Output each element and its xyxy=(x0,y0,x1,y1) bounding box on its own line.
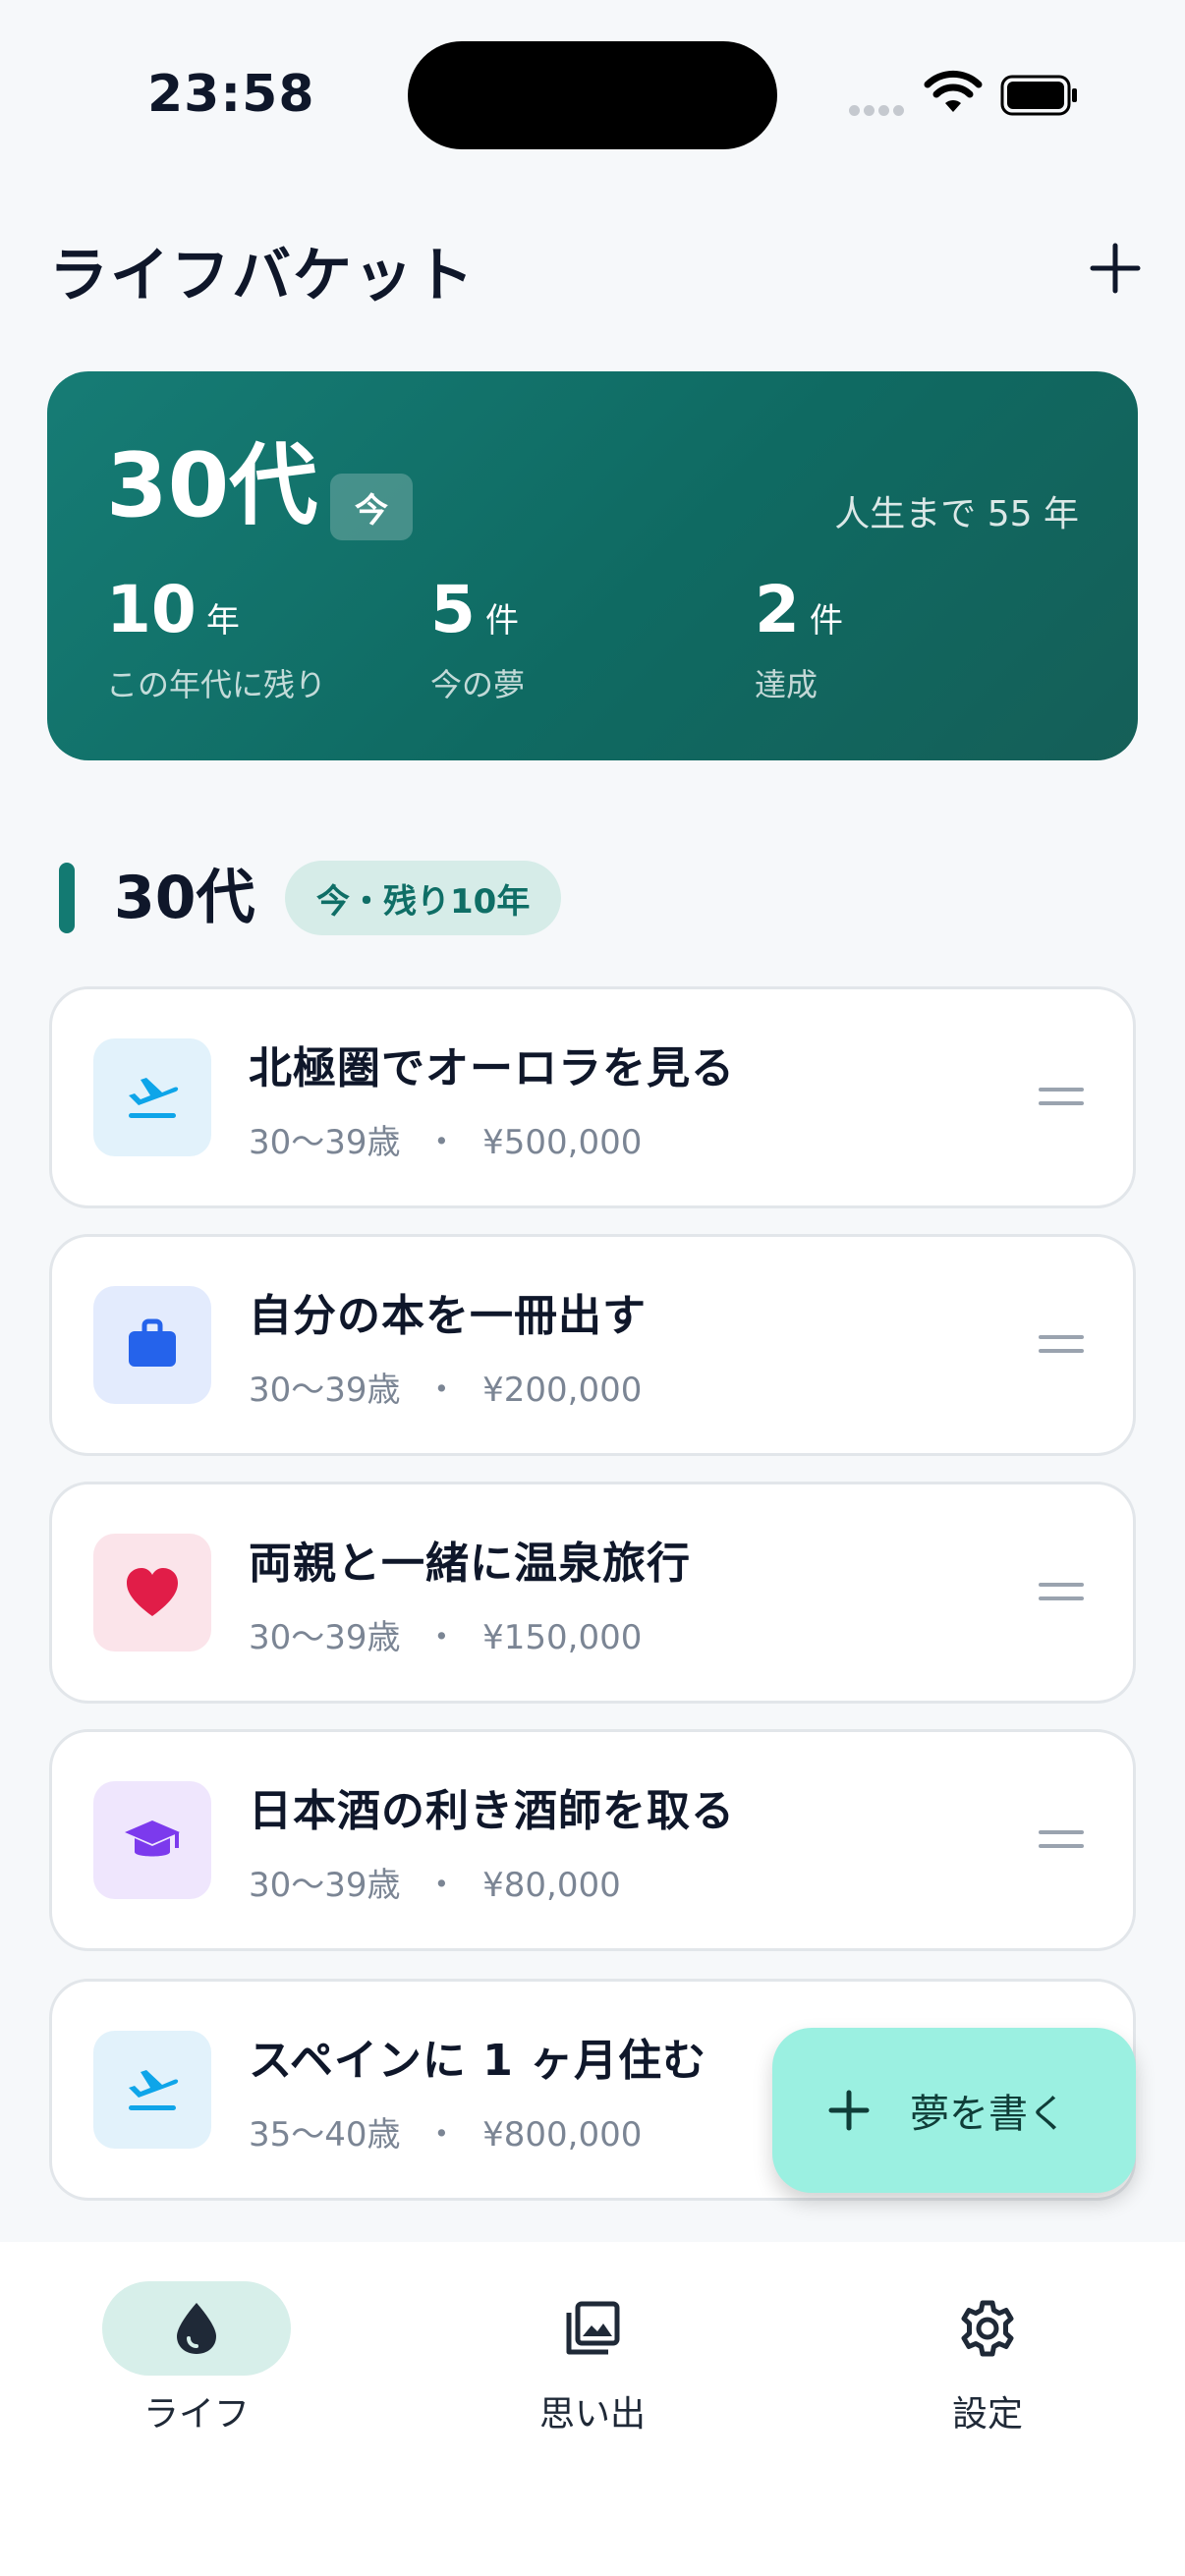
graduation-cap-icon xyxy=(125,1820,180,1857)
stat-value: 2 xyxy=(755,572,800,647)
stat-label: この年代に残り xyxy=(106,666,327,703)
dream-title: 北極圏でオーロラを見る xyxy=(249,1043,735,1093)
battery-icon xyxy=(1000,75,1077,116)
airplane-icon xyxy=(129,2070,179,2110)
dream-title: スペインに 1 ヶ月住む xyxy=(249,2036,707,2086)
gear-icon xyxy=(961,2300,1014,2357)
dream-card[interactable]: 両親と一緒に温泉旅行 30〜39歳 ・ ¥150,000 xyxy=(49,1482,1136,1704)
status-time: 23:58 xyxy=(147,65,315,124)
meta-separator: ・ xyxy=(424,1866,459,1905)
photo-library-icon xyxy=(566,2301,620,2355)
dream-title: 自分の本を一冊出す xyxy=(249,1291,647,1341)
nav-label: 思い出 xyxy=(538,2394,646,2435)
meta-separator: ・ xyxy=(424,1123,459,1162)
dream-meta: 30〜39歳 ・ ¥200,000 xyxy=(249,1363,642,1411)
section-badge: 今・残り10年 xyxy=(285,861,562,935)
screen: 23:58 ライフバケット 30代 今 人生まで 55 年 10 年 この年代に残… xyxy=(0,0,1185,2576)
decade-label: 30代 xyxy=(106,434,318,537)
dream-cost: ¥80,000 xyxy=(482,1866,621,1905)
airplane-icon xyxy=(129,1078,179,1118)
nav-active-indicator xyxy=(102,2281,291,2376)
dream-icon-box xyxy=(93,1038,211,1156)
plus-icon[interactable] xyxy=(1081,234,1150,303)
nav-label: 設定 xyxy=(951,2394,1023,2435)
drag-handle-icon[interactable] xyxy=(1039,1335,1084,1357)
dream-meta: 30〜39歳 ・ ¥500,000 xyxy=(249,1115,642,1163)
status-bar: 23:58 xyxy=(0,0,1185,187)
dream-card[interactable]: 日本酒の利き酒師を取る 30〜39歳 ・ ¥80,000 xyxy=(49,1729,1136,1951)
dream-card[interactable]: 北極圏でオーロラを見る 30〜39歳 ・ ¥500,000 xyxy=(49,986,1136,1208)
briefcase-icon xyxy=(129,1318,176,1367)
heart-icon xyxy=(127,1568,178,1616)
dream-ages: 30〜39歳 xyxy=(249,1866,401,1905)
dream-cost: ¥150,000 xyxy=(482,1618,643,1657)
section-accent-bar xyxy=(59,863,75,933)
stat-years-left: 10 年 この年代に残り xyxy=(106,578,326,705)
meta-separator: ・ xyxy=(424,2115,459,2155)
dream-cost: ¥500,000 xyxy=(482,1123,643,1162)
write-dream-label: 夢を書く xyxy=(910,2092,1067,2137)
dream-title: 両親と一緒に温泉旅行 xyxy=(249,1539,691,1589)
meta-separator: ・ xyxy=(424,1371,459,1410)
write-dream-button[interactable]: 夢を書く xyxy=(772,2028,1136,2193)
nav-icon-wrap xyxy=(498,2281,687,2376)
nav-tab-settings[interactable]: 設定 xyxy=(870,2281,1105,2436)
drop-icon xyxy=(177,2303,216,2354)
dream-title: 日本酒の利き酒師を取る xyxy=(249,1786,735,1836)
decade-summary-card: 30代 今 人生まで 55 年 10 年 この年代に残り 5件 今の夢 2件 達成 xyxy=(47,371,1138,760)
stat-value: 5 xyxy=(430,572,476,647)
meta-separator: ・ xyxy=(424,1618,459,1657)
nav-tab-life[interactable]: ライフ xyxy=(79,2281,314,2436)
stat-unit: 件 xyxy=(809,601,843,641)
bottom-navigation: ライフ 思い出 設定 xyxy=(0,2242,1185,2576)
wifi-icon xyxy=(924,70,983,112)
life-remaining-text: 人生まで 55 年 xyxy=(834,494,1079,534)
page-title: ライフバケット xyxy=(49,242,476,310)
stat-unit: 年 xyxy=(205,601,240,641)
dynamic-island xyxy=(408,41,777,149)
dream-ages: 30〜39歳 xyxy=(249,1371,401,1410)
stat-value: 10 xyxy=(106,572,197,647)
section-title: 30代 xyxy=(114,864,255,932)
dream-ages: 30〜39歳 xyxy=(249,1123,401,1162)
dream-meta: 30〜39歳 ・ ¥80,000 xyxy=(249,1858,621,1906)
stat-label: 今の夢 xyxy=(430,666,526,703)
nav-icon-wrap xyxy=(893,2281,1082,2376)
now-badge: 今 xyxy=(330,474,413,540)
drag-handle-icon[interactable] xyxy=(1039,1830,1084,1852)
dream-cost: ¥200,000 xyxy=(482,1371,643,1410)
dream-cost: ¥800,000 xyxy=(482,2115,643,2155)
stat-achieved: 2件 達成 xyxy=(755,578,843,705)
dream-card[interactable]: 自分の本を一冊出す 30〜39歳 ・ ¥200,000 xyxy=(49,1234,1136,1456)
nav-tab-memories[interactable]: 思い出 xyxy=(475,2281,710,2436)
dream-icon-box xyxy=(93,2031,211,2149)
stat-unit: 件 xyxy=(484,601,519,641)
cellular-signal-icon xyxy=(849,101,908,117)
dream-meta: 35〜40歳 ・ ¥800,000 xyxy=(249,2107,642,2156)
plus-icon xyxy=(828,2090,870,2131)
dream-meta: 30〜39歳 ・ ¥150,000 xyxy=(249,1610,642,1658)
drag-handle-icon[interactable] xyxy=(1039,1088,1084,1109)
dream-ages: 35〜40歳 xyxy=(249,2115,401,2155)
dream-icon-box xyxy=(93,1534,211,1652)
drag-handle-icon[interactable] xyxy=(1039,1583,1084,1604)
stat-label: 達成 xyxy=(755,666,818,703)
dream-icon-box xyxy=(93,1286,211,1404)
nav-label: ライフ xyxy=(142,2394,250,2435)
dream-ages: 30〜39歳 xyxy=(249,1618,401,1657)
dream-icon-box xyxy=(93,1781,211,1899)
stat-current-dreams: 5件 今の夢 xyxy=(430,578,525,705)
